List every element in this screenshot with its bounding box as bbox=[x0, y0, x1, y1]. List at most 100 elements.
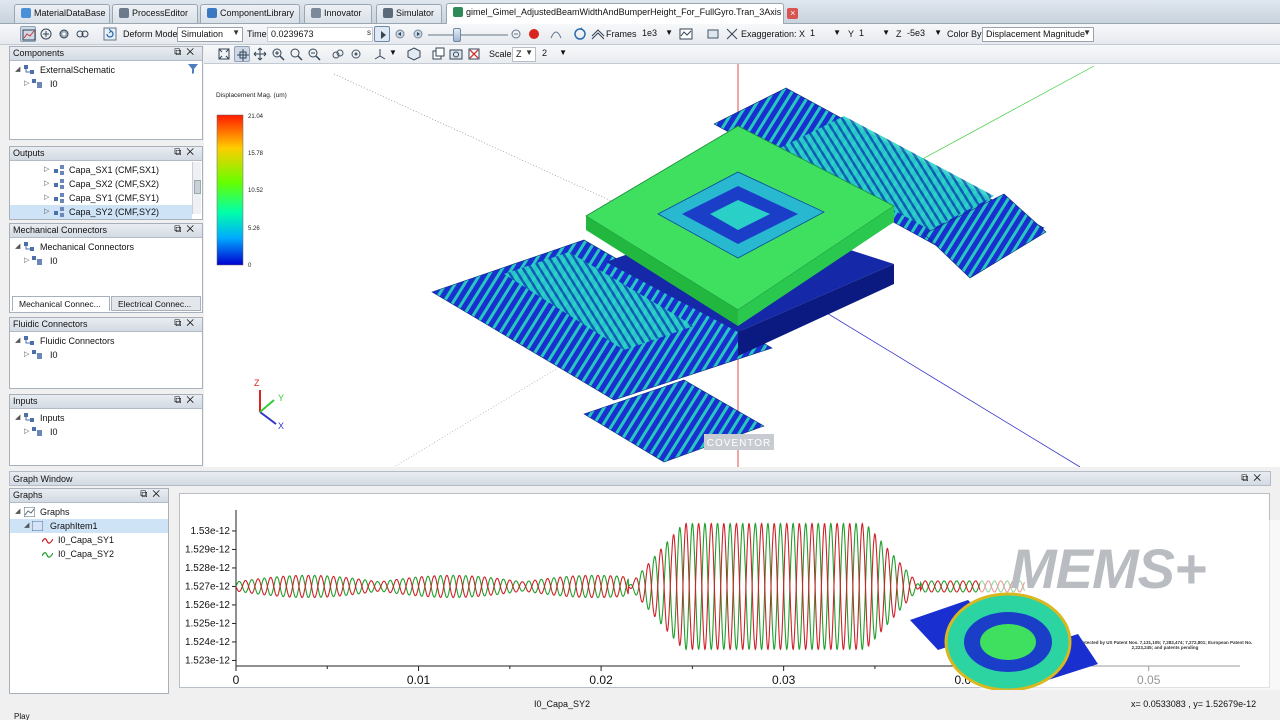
time-input[interactable]: 0.0239673 s bbox=[267, 27, 373, 42]
clear-view-icon[interactable] bbox=[466, 46, 482, 62]
rotate-icon[interactable] bbox=[330, 46, 346, 62]
tab-innovator[interactable]: Innovator bbox=[304, 4, 372, 23]
scale-axis-select[interactable]: Z ▼ bbox=[512, 47, 536, 62]
expand-triangle-icon[interactable]: ◢ bbox=[15, 240, 20, 254]
expand-triangle-icon[interactable]: ◢ bbox=[15, 505, 20, 519]
tab-material-database[interactable]: MaterialDataBase bbox=[14, 4, 110, 23]
tree-item-i0[interactable]: ▷ I0 bbox=[10, 348, 202, 362]
collapse-triangle-icon[interactable]: ▷ bbox=[24, 254, 29, 268]
axis-orient-icon[interactable] bbox=[372, 46, 388, 62]
panel-float-close-icons[interactable]: ⧉✕ bbox=[174, 395, 199, 406]
tree-item-series-sy1[interactable]: I0_Capa_SY1 bbox=[10, 533, 168, 547]
loop-icon[interactable] bbox=[508, 26, 524, 42]
close-tab-icon[interactable]: × bbox=[787, 8, 799, 19]
legend-tick-max: 21.04 bbox=[248, 114, 264, 120]
tree-item-i0[interactable]: ▷ I0 bbox=[10, 254, 202, 268]
graph-window-icon[interactable] bbox=[678, 26, 694, 42]
panel-float-close-icons[interactable]: ⧉✕ bbox=[174, 318, 199, 329]
panel-float-close-icons[interactable]: ⧉✕ bbox=[1241, 473, 1266, 484]
time-slider-track[interactable] bbox=[428, 34, 508, 36]
screenshot-icon[interactable] bbox=[448, 46, 464, 62]
expand-triangle-icon[interactable]: ◢ bbox=[15, 63, 20, 77]
output-item-capa-sy1[interactable]: ▷ Capa_SY1 (CMF,SY1) bbox=[10, 191, 202, 205]
tab-component-library[interactable]: ComponentLibrary bbox=[200, 4, 300, 23]
innovator-icon bbox=[311, 8, 321, 18]
output-item-capa-sx1[interactable]: ▷ Capa_SX1 (CMF,SX1) bbox=[10, 163, 202, 177]
step-forward-button[interactable] bbox=[410, 26, 426, 42]
tab-mechanical-connectors[interactable]: Mechanical Connec... bbox=[12, 296, 110, 311]
graph-settings-icon[interactable] bbox=[56, 26, 72, 42]
pan-tool-icon[interactable] bbox=[252, 46, 268, 62]
zoom-out-icon[interactable] bbox=[306, 46, 322, 62]
graph-export-icon[interactable] bbox=[74, 26, 90, 42]
outputs-scrollbar[interactable] bbox=[192, 162, 201, 214]
panel-float-close-icons[interactable]: ⧉✕ bbox=[174, 224, 199, 235]
graphs-panel-header: Graphs ⧉✕ bbox=[10, 489, 168, 503]
components-panel: Components ⧉✕ ◢ ExternalSchematic ▷ I0 bbox=[9, 46, 203, 140]
tree-item-external-schematic[interactable]: ◢ ExternalSchematic bbox=[10, 63, 202, 77]
expand-triangle-icon[interactable]: ◢ bbox=[15, 411, 20, 425]
tab-electrical-connectors[interactable]: Electrical Connec... bbox=[111, 296, 201, 311]
fit-view-icon[interactable] bbox=[216, 46, 232, 62]
tree-item-series-sy2[interactable]: I0_Capa_SY2 bbox=[10, 547, 168, 561]
tab-active-simulation[interactable]: gimel_Gimel_AdjustedBeamWidthAndBumperHe… bbox=[446, 3, 799, 24]
select-tool-icon[interactable] bbox=[234, 46, 250, 62]
process-icon bbox=[119, 8, 129, 18]
tab-simulator[interactable]: Simulator bbox=[376, 4, 442, 23]
tree-item-fluidic-connectors[interactable]: ◢ Fluidic Connectors bbox=[10, 334, 202, 348]
panel-float-close-icons[interactable]: ⧉✕ bbox=[174, 147, 199, 158]
filter-icon[interactable] bbox=[188, 64, 198, 78]
legend-tick-2: 15.78 bbox=[248, 151, 264, 157]
graph-add-icon[interactable] bbox=[38, 26, 54, 42]
chevron-down-icon: ▼ bbox=[882, 28, 890, 37]
graph-view-icon[interactable] bbox=[20, 26, 36, 42]
inputs-panel-header: Inputs ⧉✕ bbox=[10, 395, 202, 409]
collapse-triangle-icon[interactable]: ▷ bbox=[44, 177, 49, 191]
color-by-select[interactable]: Displacement Magnitude ▼ bbox=[982, 27, 1094, 42]
tree-item-graphitem1[interactable]: ◢ GraphItem1 bbox=[10, 519, 168, 533]
collapse-triangle-icon[interactable]: ▷ bbox=[24, 348, 29, 362]
scale-value-select[interactable]: 2 ▼ bbox=[540, 47, 568, 62]
collapse-triangle-icon[interactable]: ▷ bbox=[24, 425, 29, 439]
status-bar: I0_Capa_SY2 x= 0.0533083 , y= 1.52679e-1… bbox=[0, 696, 1280, 720]
output-item-capa-sy2[interactable]: ▷ Capa_SY2 (CMF,SY2) bbox=[10, 205, 192, 219]
tree-item-mechanical-connectors[interactable]: ◢ Mechanical Connectors bbox=[10, 240, 202, 254]
graphs-icon bbox=[23, 506, 36, 518]
tree-item-i0[interactable]: ▷ I0 bbox=[10, 425, 202, 439]
output-item-capa-sx2[interactable]: ▷ Capa_SX2 (CMF,SX2) bbox=[10, 177, 202, 191]
collapse-triangle-icon[interactable]: ▷ bbox=[44, 191, 49, 205]
collapse-triangle-icon[interactable]: ▷ bbox=[44, 205, 49, 219]
expand-triangle-icon[interactable]: ◢ bbox=[15, 334, 20, 348]
bounce-icon[interactable] bbox=[548, 26, 564, 42]
collapse-triangle-icon[interactable]: ▷ bbox=[24, 77, 29, 91]
record-button[interactable] bbox=[526, 26, 542, 42]
time-slider-thumb[interactable] bbox=[452, 28, 461, 42]
tab-process-editor[interactable]: ProcessEditor bbox=[112, 4, 198, 23]
frames-select[interactable]: 1e3 ▼ bbox=[640, 27, 674, 42]
tree-item-graphs[interactable]: ◢ Graphs bbox=[10, 505, 168, 519]
panel-float-close-icons[interactable]: ⧉✕ bbox=[140, 489, 165, 500]
cycle-icon[interactable] bbox=[572, 26, 588, 42]
exaggeration-z-input[interactable]: -5e3 ▼ bbox=[905, 27, 943, 42]
panel-float-close-icons[interactable]: ⧉✕ bbox=[174, 47, 199, 58]
connector-node-icon bbox=[24, 413, 35, 423]
iso-view-icon[interactable] bbox=[406, 46, 422, 62]
collapse-triangle-icon[interactable]: ▷ bbox=[44, 163, 49, 177]
view-settings-icon[interactable] bbox=[706, 26, 722, 42]
copy-view-icon[interactable] bbox=[430, 46, 446, 62]
deform-mode-select[interactable]: Simulation ▼ bbox=[177, 27, 243, 42]
step-back-button[interactable] bbox=[392, 26, 408, 42]
tree-item-inputs[interactable]: ◢ Inputs bbox=[10, 411, 202, 425]
x-tick-label: 0.01 bbox=[407, 673, 431, 687]
orbit-icon[interactable] bbox=[348, 46, 364, 62]
play-button[interactable] bbox=[374, 26, 390, 42]
zoom-window-icon[interactable] bbox=[288, 46, 304, 62]
refresh-icon[interactable] bbox=[102, 26, 118, 42]
zoom-in-icon[interactable] bbox=[270, 46, 286, 62]
exaggeration-y-input[interactable]: 1 ▼ bbox=[857, 27, 891, 42]
scrollbar-thumb[interactable] bbox=[194, 180, 201, 194]
tree-item-i0[interactable]: ▷ I0 bbox=[10, 77, 202, 91]
expand-triangle-icon[interactable]: ◢ bbox=[24, 519, 29, 533]
3d-viewport[interactable]: Displacement Mag. (um) 21.04 15.78 10.52… bbox=[204, 64, 1280, 467]
exaggeration-x-input[interactable]: 1 ▼ bbox=[808, 27, 842, 42]
